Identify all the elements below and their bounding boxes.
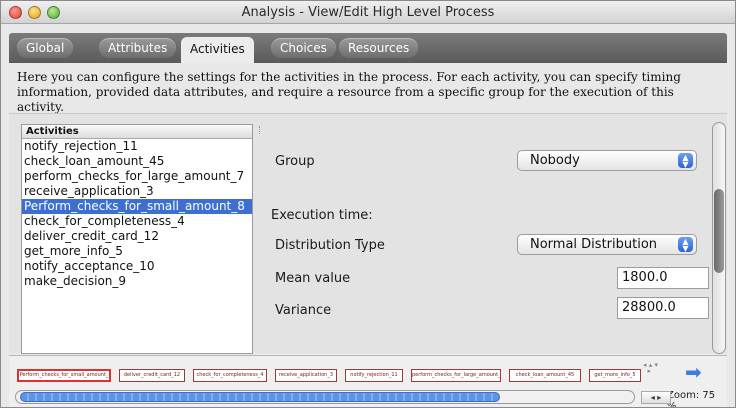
group-select-value: Nobody [530,153,580,168]
tab-choices[interactable]: Choices [271,38,336,58]
variance-label: Variance [275,303,332,318]
vertical-scrollbar[interactable] [712,122,726,354]
activities-panel: Activities notify_rejection_11 check_loan… [9,113,727,354]
tab-activities[interactable]: Activities [181,37,254,63]
scroll-arrow-buttons[interactable]: ◂ ▸ [641,391,671,404]
activity-list-item[interactable]: get_more_info_5 [22,244,252,259]
activity-list-item[interactable]: check_for_completeness_4 [22,214,252,229]
zoom-label: Zoom: 75 % [667,390,716,408]
activity-list-item[interactable]: notify_rejection_11 [22,139,252,154]
window: Analysis - View/Edit High Level Process … [0,0,736,408]
select-arrows-icon: ▲ ▼ [678,153,693,169]
minimize-window-button[interactable] [28,6,41,19]
activity-list-item[interactable]: deliver_credit_card_12 [22,229,252,244]
mean-value-input[interactable]: 1800.0 [617,267,709,289]
activity-list-item[interactable]: check_loan_amount_45 [22,154,252,169]
overview-node[interactable]: notify_rejection_11 [345,369,403,382]
overview-stepper-icon[interactable]: ◂ ▴ ▾ ▸ [643,362,673,375]
distribution-type-value: Normal Distribution [530,237,658,252]
overview-node[interactable]: receive_application_3 [275,369,337,382]
activity-list-item[interactable]: Perform_checks_for_small_amount_8 [22,199,252,214]
overview-node[interactable]: get_more_info_5 [589,369,641,382]
activity-list-item[interactable]: receive_application_3 [22,184,252,199]
tab-bar: Global Attributes Activities Choices Res… [9,33,727,63]
activities-items: notify_rejection_11 check_loan_amount_45 p… [22,139,252,289]
overview-node[interactable]: check_for_completeness_4 [193,369,267,382]
window-title: Analysis - View/Edit High Level Process [241,5,495,20]
horizontal-scrollbar[interactable] [15,390,635,404]
select-arrows-icon: ▲ ▼ [678,237,693,253]
tab-attributes[interactable]: Attributes [99,38,177,58]
variance-input[interactable]: 28800.0 [617,297,709,319]
group-label: Group [275,154,315,169]
horizontal-scrollbar-thumb[interactable] [20,392,500,402]
overview-node[interactable]: check_loan_amount_45 [509,369,581,382]
description-text: Here you can configure the settings for … [9,63,727,114]
process-overview: Perform_checks_for_small_amount_ deliver… [9,355,727,407]
distribution-type-select[interactable]: Normal Distribution ▲ ▼ [517,234,697,255]
close-window-button[interactable] [9,6,22,19]
overview-node[interactable]: deliver_credit_card_12 [119,369,185,382]
zoom-arrow-icon[interactable]: ➡ [685,362,705,384]
tab-resources[interactable]: Resources [339,38,419,58]
zoom-window-button[interactable] [47,6,60,19]
vertical-scrollbar-thumb[interactable] [714,189,724,273]
title-bar[interactable]: Analysis - View/Edit High Level Process [1,1,735,24]
distribution-type-label: Distribution Type [275,238,385,253]
activity-list-item[interactable]: make_decision_9 [22,274,252,289]
tab-global[interactable]: Global [17,38,74,58]
split-divider[interactable] [259,126,262,134]
group-select[interactable]: Nobody ▲ ▼ [517,150,697,171]
activities-list-header[interactable]: Activities [22,125,252,139]
activity-list-item[interactable]: perform_checks_for_large_amount_7 [22,169,252,184]
activities-list[interactable]: Activities notify_rejection_11 check_loan… [21,124,253,354]
overview-node[interactable]: perform_checks_for_large_amount_ [411,369,501,382]
overview-node[interactable]: Perform_checks_for_small_amount_ [17,369,111,382]
mean-value-label: Mean value [275,271,351,286]
activity-list-item[interactable]: notify_acceptance_10 [22,259,252,274]
execution-time-label: Execution time: [271,208,373,223]
